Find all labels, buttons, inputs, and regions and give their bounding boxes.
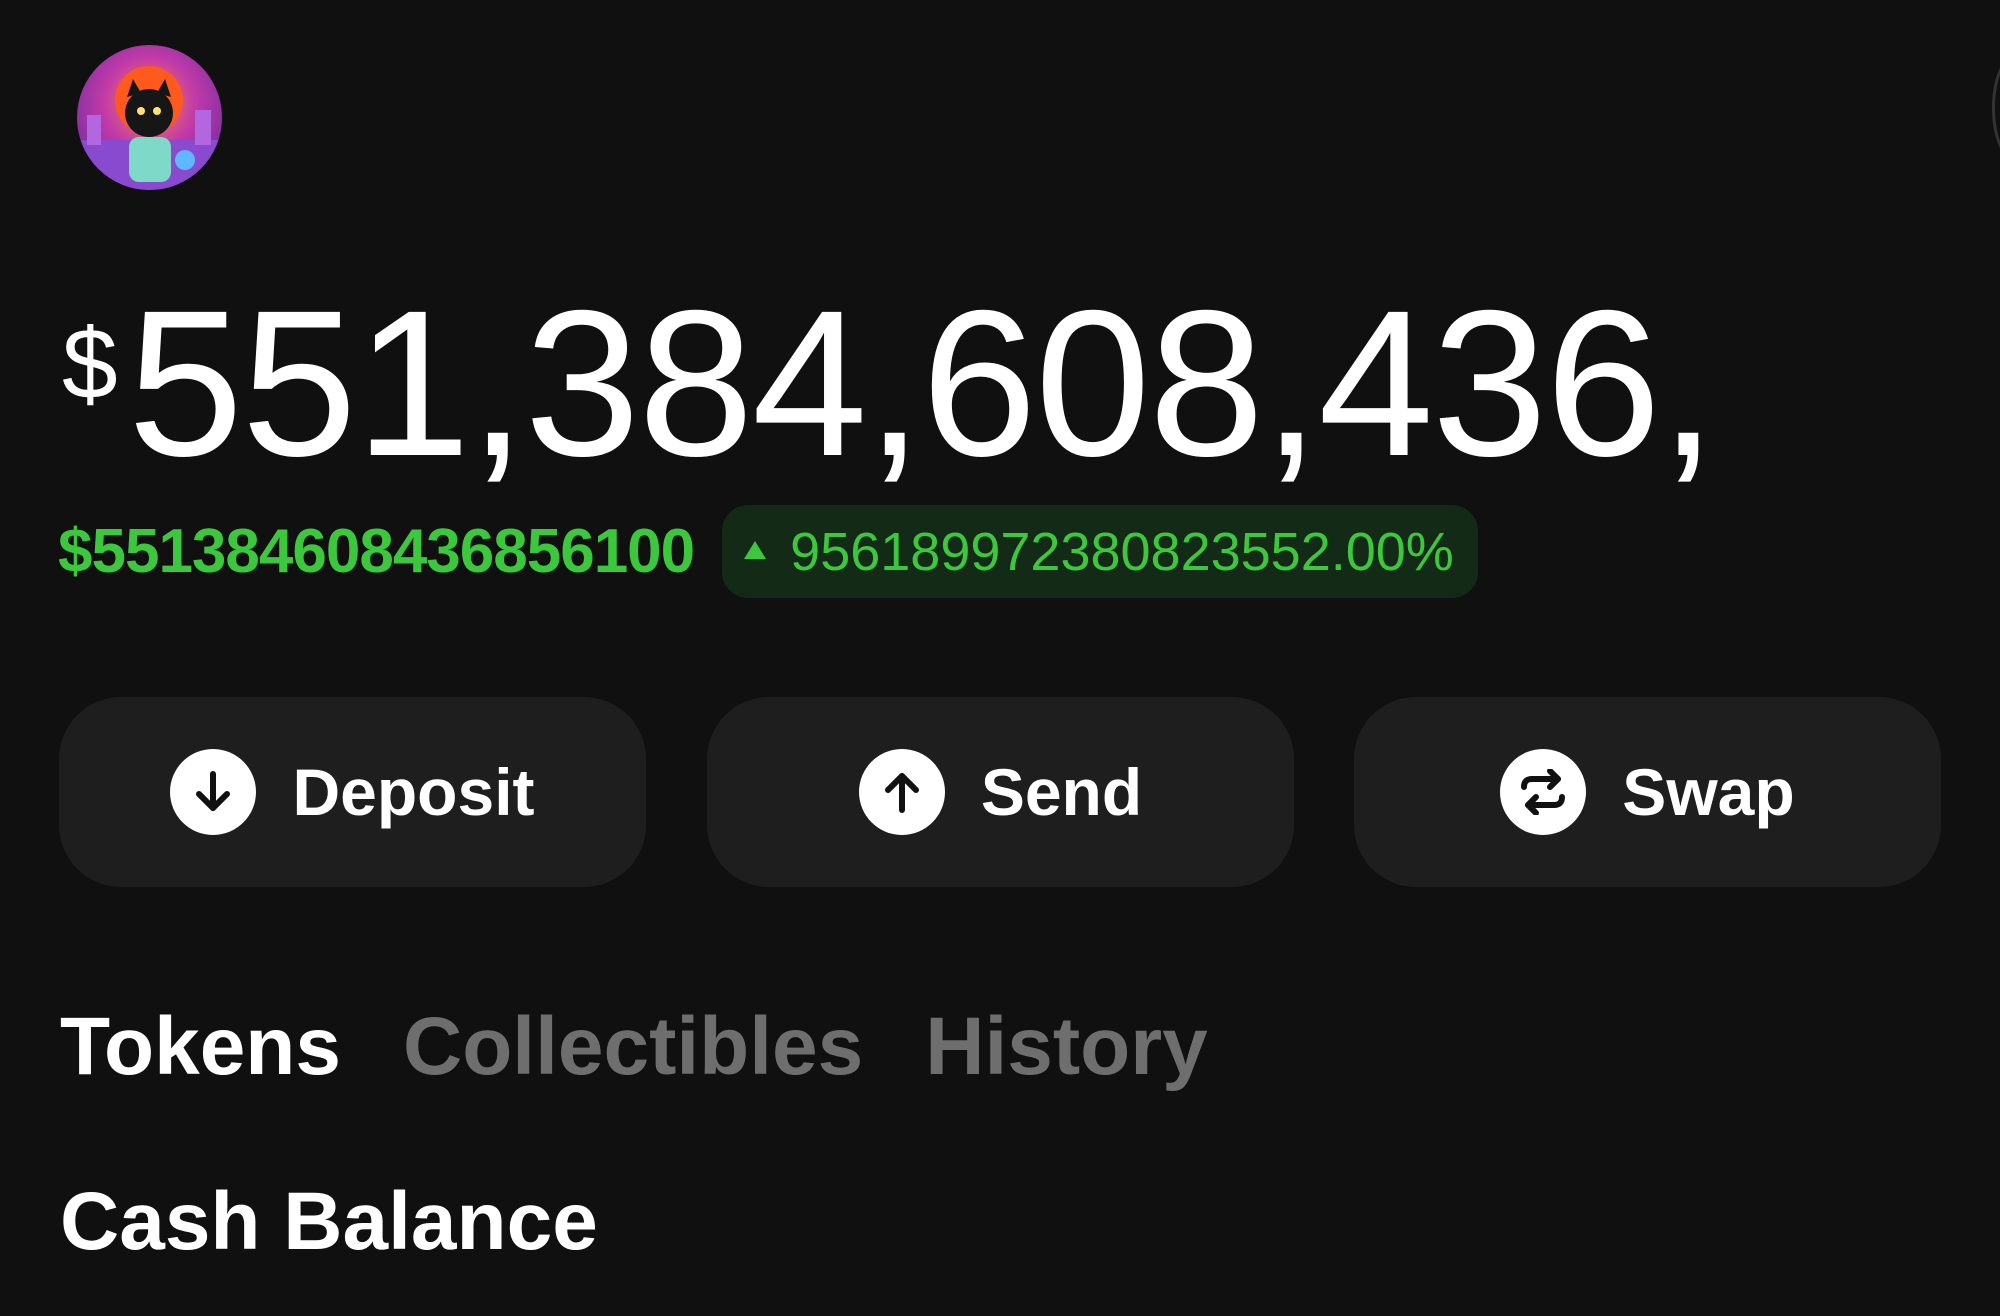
deposit-button[interactable]: Deposit xyxy=(59,697,646,887)
tab-collectibles[interactable]: Collectibles xyxy=(403,1000,863,1094)
change-percent-badge: 956189972380823552.00% xyxy=(722,505,1478,598)
swap-button[interactable]: Swap xyxy=(1354,697,1941,887)
tab-tokens[interactable]: Tokens xyxy=(60,1000,341,1094)
triangle-up-icon xyxy=(744,540,767,559)
balance-change-row: $551384608436856100 956189972380823552.0… xyxy=(58,505,1478,598)
swap-label: Swap xyxy=(1622,755,1795,829)
deposit-label: Deposit xyxy=(292,755,535,829)
send-button[interactable]: Send xyxy=(707,697,1294,887)
send-label: Send xyxy=(980,755,1143,829)
avatar-image xyxy=(77,45,222,190)
action-buttons: Deposit Send Swap xyxy=(59,697,1941,887)
arrow-up-icon xyxy=(858,749,945,835)
total-balance: $ 551,384,608,436, xyxy=(62,280,1717,488)
arrow-down-icon xyxy=(170,749,257,835)
change-percent: 956189972380823552.00% xyxy=(790,521,1454,582)
tab-bar: Tokens Collectibles History xyxy=(60,1000,1270,1094)
tab-history[interactable]: History xyxy=(925,1000,1208,1094)
section-title: Cash Balance xyxy=(60,1176,598,1267)
change-amount: $551384608436856100 xyxy=(58,517,695,586)
balance-amount: 551,384,608,436, xyxy=(127,268,1717,500)
currency-symbol: $ xyxy=(62,308,118,420)
swap-arrows-icon xyxy=(1500,749,1587,835)
avatar[interactable] xyxy=(77,45,222,190)
edge-button[interactable] xyxy=(1992,55,2000,161)
